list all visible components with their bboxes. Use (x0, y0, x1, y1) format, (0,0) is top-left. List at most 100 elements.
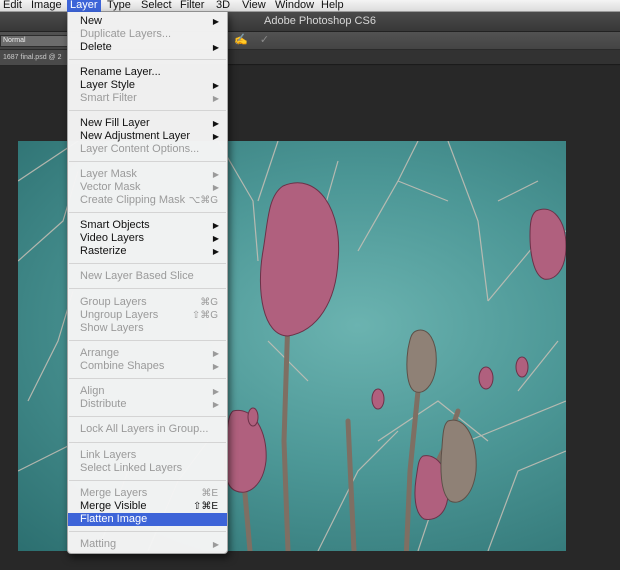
menu-item-label: Flatten Image (80, 513, 148, 525)
menu-item-duplicate-layers: Duplicate Layers... (68, 28, 227, 41)
menu-item-combine-shapes: Combine Shapes ▶ (68, 360, 227, 373)
submenu-arrow-icon: ▶ (212, 17, 219, 26)
menu-item-shortcut: ⇧⌘G (191, 310, 218, 321)
menu-item-flatten-image[interactable]: Flatten Image (68, 513, 227, 526)
menu-item-merge-visible[interactable]: Merge Visible ⇧⌘E (68, 500, 227, 513)
submenu-arrow-icon: ▶ (212, 170, 219, 179)
submenu-arrow-icon: ▶ (212, 362, 219, 371)
menu-item-ungroup-layers: Ungroup Layers ⇧⌘G (68, 309, 227, 322)
menu-item-label: Rasterize (80, 245, 127, 257)
menu-item-label: Merge Layers (80, 487, 148, 499)
menu-item-label: Vector Mask (80, 181, 141, 193)
menu-item-merge-layers: Merge Layers ⌘E (68, 487, 227, 500)
menu-item-label: Smart Objects (80, 219, 150, 231)
menu-item-label: Rename Layer... (80, 66, 161, 78)
menu-separator (69, 340, 226, 341)
submenu-arrow-icon: ▶ (212, 119, 219, 128)
menu-item-label: New (80, 15, 103, 27)
submenu-arrow-icon: ▶ (212, 349, 219, 358)
menu-item-label: Duplicate Layers... (80, 28, 172, 40)
menu-item-label: Delete (80, 41, 112, 53)
submenu-arrow-icon: ▶ (212, 387, 219, 396)
menu-item-delete[interactable]: Delete ▶ (68, 41, 227, 54)
menu-item-rename-layer[interactable]: Rename Layer... (68, 66, 227, 79)
menu-item-label: Distribute (80, 398, 127, 410)
menu-item-shortcut: ⌘E (201, 488, 218, 499)
menu-item-video-layers[interactable]: Video Layers ▶ (68, 232, 227, 245)
menu-item-layer-content-options: Layer Content Options... (68, 143, 227, 156)
menu-item-create-clipping-mask: Create Clipping Mask ⌥⌘G (68, 194, 227, 207)
menu-item-label: Combine Shapes (80, 360, 165, 372)
menu-help[interactable]: Help (318, 0, 347, 12)
menu-item-label: Smart Filter (80, 92, 137, 104)
menu-item-shortcut: ⌘G (200, 297, 218, 308)
menu-separator (69, 378, 226, 379)
menu-item-layer-mask: Layer Mask ▶ (68, 168, 227, 181)
menu-separator (69, 442, 226, 443)
menu-item-label: Video Layers (80, 232, 145, 244)
submenu-arrow-icon: ▶ (212, 94, 219, 103)
menu-item-smart-objects[interactable]: Smart Objects ▶ (68, 219, 227, 232)
menu-filter[interactable]: Filter (177, 0, 207, 12)
submenu-arrow-icon: ▶ (212, 81, 219, 90)
menu-item-label: Create Clipping Mask (80, 194, 186, 206)
menu-type[interactable]: Type (104, 0, 134, 12)
submenu-arrow-icon: ▶ (212, 183, 219, 192)
pressure-opacity-icon[interactable]: ✍ (234, 34, 248, 47)
menu-separator (69, 161, 226, 162)
menu-separator (69, 110, 226, 111)
menu-item-label: Matting (80, 538, 117, 550)
menu-item-layer-style[interactable]: Layer Style ▶ (68, 79, 227, 92)
menu-item-link-layers: Link Layers (68, 449, 227, 462)
menu-item-new[interactable]: New ▶ (68, 15, 227, 28)
menu-item-align: Align ▶ (68, 385, 227, 398)
menu-item-smart-filter: Smart Filter ▶ (68, 92, 227, 105)
menu-separator (69, 59, 226, 60)
menu-separator (69, 263, 226, 264)
submenu-arrow-icon: ▶ (212, 234, 219, 243)
submenu-arrow-icon: ▶ (212, 400, 219, 409)
menu-item-label: Link Layers (80, 449, 137, 461)
menu-item-label: Align (80, 385, 105, 397)
menu-item-arrange: Arrange ▶ (68, 347, 227, 360)
menu-item-label: Lock All Layers in Group... (80, 423, 209, 435)
menu-item-new-adjustment-layer[interactable]: New Adjustment Layer ▶ (68, 130, 227, 143)
menu-select[interactable]: Select (138, 0, 175, 12)
menu-item-label: Layer Style (80, 79, 136, 91)
menu-separator (69, 212, 226, 213)
menu-separator (69, 416, 226, 417)
menu-separator (69, 288, 226, 289)
menu-item-matting: Matting ▶ (68, 538, 227, 551)
menu-item-label: New Layer Based Slice (80, 270, 194, 282)
menu-bar: Edit Image Layer Type Select Filter 3D V… (0, 0, 620, 12)
document-tab[interactable]: 1687 final.psd @ 2 (0, 50, 70, 65)
menu-separator (69, 531, 226, 532)
menu-item-group-layers: Group Layers ⌘G (68, 296, 227, 309)
menu-item-new-fill-layer[interactable]: New Fill Layer ▶ (68, 117, 227, 130)
menu-layer[interactable]: Layer (67, 0, 101, 12)
submenu-arrow-icon: ▶ (212, 132, 219, 141)
menu-item-label: New Fill Layer (80, 117, 150, 129)
menu-item-label: Merge Visible (80, 500, 147, 512)
menu-separator (69, 480, 226, 481)
pressure-size-icon[interactable]: ✓ (258, 34, 271, 47)
menu-item-label: Group Layers (80, 296, 147, 308)
menu-item-new-layer-based-slice: New Layer Based Slice (68, 270, 227, 283)
menu-item-show-layers: Show Layers (68, 322, 227, 335)
menu-window[interactable]: Window (272, 0, 317, 12)
layer-menu-dropdown: New ▶ Duplicate Layers... Delete ▶ Rename … (67, 12, 228, 554)
menu-item-label: Layer Mask (80, 168, 137, 180)
menu-edit[interactable]: Edit (0, 0, 25, 12)
menu-item-shortcut: ⇧⌘E (192, 501, 218, 512)
menu-view[interactable]: View (239, 0, 269, 12)
blend-mode-select[interactable]: Normal (0, 35, 70, 47)
menu-item-vector-mask: Vector Mask ▶ (68, 181, 227, 194)
menu-item-label: Select Linked Layers (80, 462, 183, 474)
menu-item-label: Ungroup Layers (80, 309, 159, 321)
menu-item-rasterize[interactable]: Rasterize ▶ (68, 245, 227, 258)
submenu-arrow-icon: ▶ (212, 43, 219, 52)
menu-image[interactable]: Image (28, 0, 65, 12)
menu-3d[interactable]: 3D (213, 0, 233, 12)
menu-item-label: Layer Content Options... (80, 143, 200, 155)
submenu-arrow-icon: ▶ (212, 540, 219, 549)
